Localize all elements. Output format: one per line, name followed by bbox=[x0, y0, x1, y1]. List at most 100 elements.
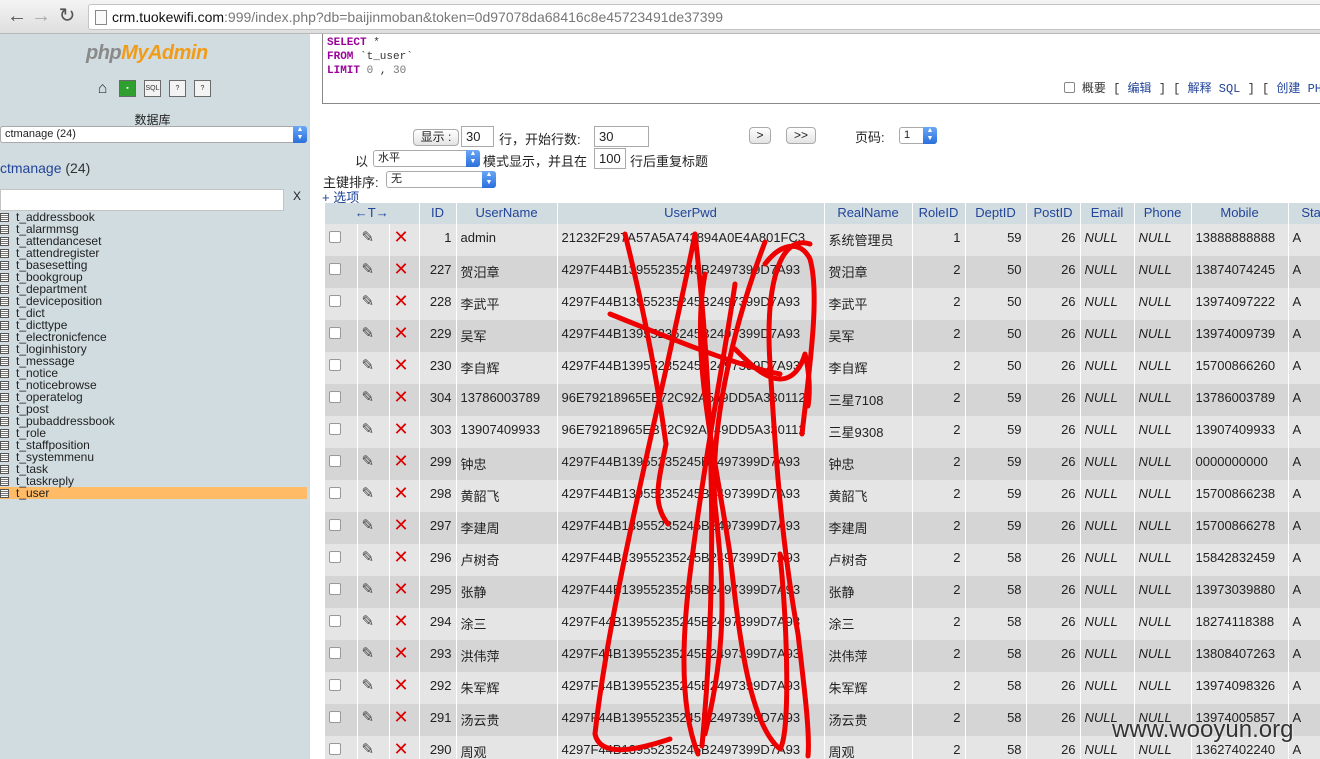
exit-icon[interactable]: ▪ bbox=[119, 80, 136, 97]
row-checkbox[interactable] bbox=[329, 583, 341, 595]
table-icon[interactable] bbox=[0, 368, 9, 378]
column-header[interactable]: UserName bbox=[456, 203, 558, 224]
column-header[interactable]: Mobile bbox=[1191, 203, 1289, 224]
delete-x-icon[interactable]: ✕ bbox=[394, 451, 409, 471]
edit-pencil-icon[interactable]: ✎ bbox=[362, 613, 375, 630]
table-icon[interactable] bbox=[0, 452, 9, 462]
back-icon[interactable]: ← bbox=[6, 6, 28, 28]
rows-count-input[interactable]: 30 bbox=[461, 126, 494, 147]
delete-x-icon[interactable]: ✕ bbox=[394, 611, 409, 631]
last-page-button[interactable]: >> bbox=[786, 127, 816, 144]
table-icon[interactable] bbox=[0, 272, 9, 282]
profiling-checkbox[interactable] bbox=[1063, 82, 1075, 93]
clear-filter-button[interactable]: X bbox=[293, 189, 301, 203]
table-icon[interactable] bbox=[0, 248, 9, 258]
row-checkbox[interactable] bbox=[329, 263, 341, 275]
row-checkbox[interactable] bbox=[329, 615, 341, 627]
address-bar[interactable]: crm.tuokewifi.com:999/index.php?db=baiji… bbox=[88, 4, 1320, 30]
row-checkbox[interactable] bbox=[329, 551, 341, 563]
table-icon[interactable] bbox=[0, 332, 9, 342]
row-checkbox[interactable] bbox=[329, 519, 341, 531]
docs-icon[interactable]: ? bbox=[169, 80, 186, 97]
table-icon[interactable] bbox=[0, 356, 9, 366]
delete-x-icon[interactable]: ✕ bbox=[394, 259, 409, 279]
row-checkbox[interactable] bbox=[329, 647, 341, 659]
table-icon[interactable] bbox=[0, 296, 9, 306]
display-mode-select[interactable]: 水平 ▲ ▼ bbox=[373, 150, 480, 167]
edit-pencil-icon[interactable]: ✎ bbox=[362, 229, 375, 246]
create-php-link[interactable]: 创建 PH bbox=[1276, 82, 1320, 96]
table-icon[interactable] bbox=[0, 464, 9, 474]
edit-sql-link[interactable]: 编辑 bbox=[1128, 82, 1152, 96]
table-icon[interactable] bbox=[0, 404, 9, 414]
delete-x-icon[interactable]: ✕ bbox=[394, 675, 409, 695]
row-checkbox[interactable] bbox=[329, 391, 341, 403]
page-select[interactable]: 1 ▲ ▼ bbox=[899, 127, 937, 144]
edit-pencil-icon[interactable]: ✎ bbox=[362, 293, 375, 310]
column-arrows[interactable]: ←T→ bbox=[325, 203, 420, 224]
sql-query-icon[interactable]: SQL bbox=[144, 80, 161, 97]
edit-pencil-icon[interactable]: ✎ bbox=[362, 261, 375, 278]
help-icon[interactable]: ? bbox=[194, 80, 211, 97]
column-header[interactable]: DeptID bbox=[965, 203, 1027, 224]
table-icon[interactable] bbox=[0, 440, 9, 450]
edit-pencil-icon[interactable]: ✎ bbox=[362, 453, 375, 470]
delete-x-icon[interactable]: ✕ bbox=[394, 323, 409, 343]
row-checkbox[interactable] bbox=[329, 327, 341, 339]
reload-icon[interactable]: ↻ bbox=[56, 6, 78, 28]
explain-sql-link[interactable]: 解释 SQL bbox=[1188, 82, 1241, 96]
row-checkbox[interactable] bbox=[329, 679, 341, 691]
delete-x-icon[interactable]: ✕ bbox=[394, 291, 409, 311]
row-checkbox[interactable] bbox=[329, 455, 341, 467]
table-icon[interactable] bbox=[0, 308, 9, 318]
edit-pencil-icon[interactable]: ✎ bbox=[362, 709, 375, 726]
show-button[interactable]: 显示 : bbox=[413, 129, 459, 146]
column-header[interactable]: RealName bbox=[824, 203, 913, 224]
column-header[interactable]: RoleID bbox=[912, 203, 966, 224]
current-database-link[interactable]: ctmanage (24) bbox=[0, 160, 90, 176]
forward-icon[interactable]: → bbox=[30, 6, 52, 28]
edit-pencil-icon[interactable]: ✎ bbox=[362, 581, 375, 598]
delete-x-icon[interactable]: ✕ bbox=[394, 707, 409, 727]
sort-select[interactable]: 无 ▲ ▼ bbox=[386, 171, 496, 188]
column-header[interactable]: Email bbox=[1080, 203, 1135, 224]
edit-pencil-icon[interactable]: ✎ bbox=[362, 325, 375, 342]
next-page-button[interactable]: > bbox=[749, 127, 771, 144]
row-checkbox[interactable] bbox=[329, 711, 341, 723]
row-checkbox[interactable] bbox=[329, 359, 341, 371]
row-checkbox[interactable] bbox=[329, 487, 341, 499]
sidebar-table-item[interactable]: t_pubaddressbook bbox=[0, 415, 307, 427]
table-icon[interactable] bbox=[0, 476, 9, 486]
edit-pencil-icon[interactable]: ✎ bbox=[362, 485, 375, 502]
repeat-header-input[interactable]: 100 bbox=[594, 148, 626, 169]
edit-pencil-icon[interactable]: ✎ bbox=[362, 645, 375, 662]
table-icon[interactable] bbox=[0, 320, 9, 330]
table-icon[interactable] bbox=[0, 416, 9, 426]
delete-x-icon[interactable]: ✕ bbox=[394, 483, 409, 503]
delete-x-icon[interactable]: ✕ bbox=[394, 419, 409, 439]
table-icon[interactable] bbox=[0, 344, 9, 354]
delete-x-icon[interactable]: ✕ bbox=[394, 547, 409, 567]
edit-pencil-icon[interactable]: ✎ bbox=[362, 677, 375, 694]
edit-pencil-icon[interactable]: ✎ bbox=[362, 421, 375, 438]
table-icon[interactable] bbox=[0, 236, 9, 246]
delete-x-icon[interactable]: ✕ bbox=[394, 355, 409, 375]
row-checkbox[interactable] bbox=[329, 295, 341, 307]
delete-x-icon[interactable]: ✕ bbox=[394, 227, 409, 247]
edit-pencil-icon[interactable]: ✎ bbox=[362, 389, 375, 406]
row-checkbox[interactable] bbox=[329, 743, 341, 755]
delete-x-icon[interactable]: ✕ bbox=[394, 579, 409, 599]
column-header[interactable]: Phone bbox=[1134, 203, 1192, 224]
home-icon[interactable]: ⌂ bbox=[94, 80, 111, 97]
delete-x-icon[interactable]: ✕ bbox=[394, 387, 409, 407]
table-icon[interactable] bbox=[0, 224, 9, 234]
database-select[interactable]: ctmanage (24) ▲ ▼ bbox=[0, 126, 307, 143]
sidebar-table-item[interactable]: t_deviceposition bbox=[0, 295, 307, 307]
table-icon[interactable] bbox=[0, 284, 9, 294]
delete-x-icon[interactable]: ✕ bbox=[394, 515, 409, 535]
table-icon[interactable] bbox=[0, 392, 9, 402]
table-icon[interactable] bbox=[0, 380, 9, 390]
delete-x-icon[interactable]: ✕ bbox=[394, 739, 409, 759]
delete-x-icon[interactable]: ✕ bbox=[394, 643, 409, 663]
edit-pencil-icon[interactable]: ✎ bbox=[362, 517, 375, 534]
